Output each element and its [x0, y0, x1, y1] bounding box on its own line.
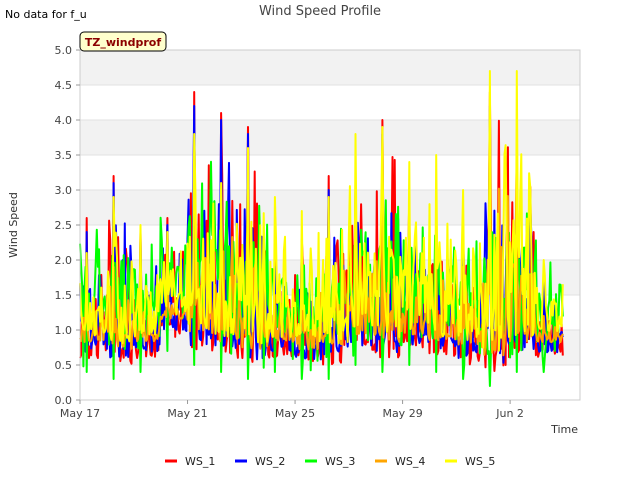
y-tick-label: 4.5	[55, 79, 73, 92]
legend-label: WS_1	[185, 455, 215, 468]
chart-title: Wind Speed Profile	[259, 4, 381, 19]
site-badge: TZ_windprof	[79, 31, 167, 52]
plot-band	[80, 85, 580, 120]
y-tick-label: 2.0	[55, 254, 73, 267]
y-axis-label: Wind Speed	[7, 192, 20, 258]
plot-band	[80, 365, 580, 400]
y-tick-label: 3.5	[55, 149, 73, 162]
x-tick-label: May 29	[382, 407, 422, 420]
y-tick-label: 5.0	[55, 44, 73, 57]
legend-label: WS_3	[325, 455, 355, 468]
y-tick-label: 2.5	[55, 219, 73, 232]
y-tick-labels: 0.0 0.5 1.0 1.5 2.0 2.5 3.0 3.5 4.0 4.5 5.0	[55, 44, 80, 407]
x-tick-labels: May 17 May 21 May 25 May 29 Jun 2	[60, 400, 524, 420]
y-tick-label: 1.5	[55, 289, 73, 302]
y-tick-label: 0.0	[55, 394, 73, 407]
y-tick-label: 1.0	[55, 324, 73, 337]
legend: WS_1 WS_2 WS_3 WS_4 WS_5	[165, 455, 495, 468]
legend-label: WS_4	[395, 455, 425, 468]
legend-label: WS_2	[255, 455, 285, 468]
x-tick-label: Jun 2	[495, 407, 524, 420]
no-data-note: No data for f_u	[5, 8, 87, 21]
svg-text:TZ_windprof: TZ_windprof	[85, 36, 161, 49]
plot-band	[80, 190, 580, 225]
x-tick-label: May 25	[275, 407, 315, 420]
x-tick-label: May 17	[60, 407, 100, 420]
y-tick-label: 3.0	[55, 184, 73, 197]
x-axis-label: Time	[550, 423, 578, 436]
wind-speed-chart: 0.0 0.5 1.0 1.5 2.0 2.5 3.0 3.5 4.0 4.5 5.0 May 17…	[5, 4, 581, 468]
y-tick-label: 0.5	[55, 359, 73, 372]
plot-band	[80, 50, 580, 85]
y-tick-label: 4.0	[55, 114, 73, 127]
legend-label: WS_5	[465, 455, 495, 468]
x-tick-label: May 21	[167, 407, 207, 420]
